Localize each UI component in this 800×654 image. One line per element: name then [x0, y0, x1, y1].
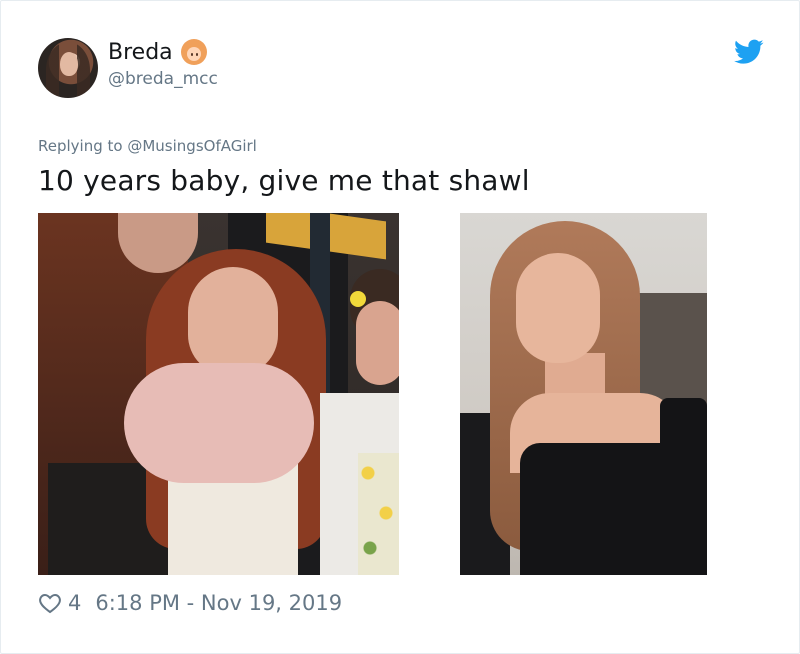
emoji-eye-right	[195, 53, 198, 56]
reply-context: Replying to @MusingsOfAGirl	[38, 137, 257, 155]
display-name[interactable]: Breda	[108, 40, 173, 65]
red-haired-woman-emoji-icon	[180, 39, 207, 65]
tweet-text: 10 years baby, give me that shawl	[38, 164, 530, 197]
tweet-footer: 4 6:18 PM - Nov 19, 2019	[38, 591, 342, 615]
tweet-timestamp[interactable]: 6:18 PM - Nov 19, 2019	[95, 591, 342, 615]
avatar[interactable]	[38, 38, 98, 98]
girl-face	[188, 267, 278, 375]
like-count[interactable]: 4	[68, 591, 81, 615]
emoji-face	[186, 47, 201, 61]
photo-now[interactable]	[460, 213, 707, 575]
pink-shawl	[124, 363, 314, 483]
name-row: Breda	[108, 39, 207, 65]
emoji-eye-left	[190, 53, 193, 56]
black-sleeve	[660, 398, 707, 468]
heart-icon[interactable]	[38, 592, 62, 614]
user-handle[interactable]: @breda_mcc	[108, 69, 218, 89]
reply-mention-link[interactable]: @MusingsOfAGirl	[127, 137, 257, 155]
face	[516, 253, 600, 363]
avatar-face	[60, 52, 78, 76]
photo-then[interactable]	[38, 213, 399, 575]
hair-flower	[350, 291, 366, 307]
second-girl-face	[356, 301, 399, 385]
tweet-card: Breda @breda_mcc Replying to @MusingsOfA…	[0, 0, 800, 654]
reply-prefix: Replying to	[38, 137, 123, 155]
twitter-bird-icon[interactable]	[734, 39, 764, 65]
floral-dress	[358, 453, 399, 575]
